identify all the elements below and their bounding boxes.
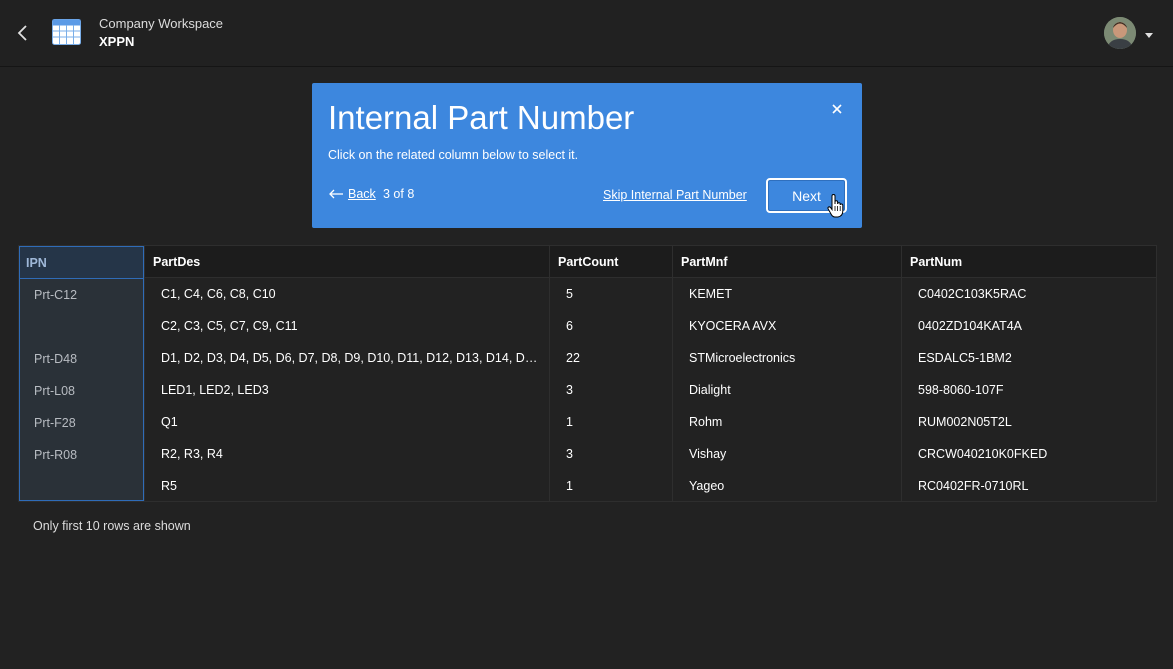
table-cell: 5 xyxy=(566,287,573,301)
table-cell: CRCW040210K0FKED xyxy=(918,447,1048,461)
workspace-name: Company Workspace xyxy=(99,16,224,31)
arrow-left-icon xyxy=(328,188,344,200)
table-cell: KYOCERA AVX xyxy=(689,319,777,333)
wizard-title: Internal Part Number xyxy=(328,99,635,136)
table-cell: 598-8060-107F xyxy=(918,383,1004,397)
table-cell: C1, C4, C6, C8, C10 xyxy=(161,287,276,301)
table-cell: Dialight xyxy=(689,383,731,397)
table-cell xyxy=(20,471,143,503)
table-cell: ESDALC5-1BM2 xyxy=(918,351,1012,365)
column-ipn[interactable]: IPN Prt-C12 Prt-D48 Prt-L08 Prt-F28 Prt-… xyxy=(19,246,144,501)
table-cell: Prt-F28 xyxy=(34,416,76,430)
column-partmnf[interactable]: PartMnf KEMET KYOCERA AVX STMicroelectro… xyxy=(672,246,901,501)
back-link[interactable]: Back xyxy=(328,187,376,201)
page-title: XPPN xyxy=(99,34,135,49)
table-cell: Vishay xyxy=(689,447,727,461)
table-cell: Prt-C12 xyxy=(34,288,78,302)
column-header-partcount: PartCount xyxy=(550,246,672,278)
back-label: Back xyxy=(348,187,376,201)
table-cell: STMicroelectronics xyxy=(689,351,796,365)
column-header-partdes: PartDes xyxy=(145,246,549,278)
column-partnum[interactable]: PartNum C0402C103K5RAC 0402ZD104KAT4A ES… xyxy=(901,246,1156,501)
table-cell: 6 xyxy=(566,319,573,333)
table-cell: 1 xyxy=(566,415,573,429)
table-cell: C0402C103K5RAC xyxy=(918,287,1027,301)
close-icon[interactable] xyxy=(827,99,847,119)
table-cell: 3 xyxy=(566,447,573,461)
spreadsheet-icon xyxy=(52,19,81,45)
column-header-partnum: PartNum xyxy=(902,246,1156,278)
table-cell xyxy=(20,311,143,343)
table-cell: 3 xyxy=(566,383,573,397)
table-cell: 22 xyxy=(566,351,580,365)
table-cell: Rohm xyxy=(689,415,723,429)
table-cell: Yageo xyxy=(689,479,725,493)
table-cell: Prt-D48 xyxy=(34,352,78,366)
table-cell: Prt-R08 xyxy=(34,448,78,462)
table-cell: 0402ZD104KAT4A xyxy=(918,319,1022,333)
avatar[interactable] xyxy=(1104,17,1136,49)
column-header-ipn: IPN xyxy=(20,247,143,279)
table-cell: D1, D2, D3, D4, D5, D6, D7, D8, D9, D10,… xyxy=(161,351,549,365)
hand-pointer-icon xyxy=(827,193,845,218)
table-cell: R5 xyxy=(161,479,177,493)
table-cell: Prt-L08 xyxy=(34,384,75,398)
table-cell: Q1 xyxy=(161,415,178,429)
table-cell: RC0402FR-0710RL xyxy=(918,479,1029,493)
wizard-instruction: Click on the related column below to sel… xyxy=(328,148,579,162)
top-bar: Company Workspace XPPN xyxy=(0,0,1173,67)
row-limit-note: Only first 10 rows are shown xyxy=(33,519,191,533)
table-cell: KEMET xyxy=(689,287,733,301)
table-cell: RUM002N05T2L xyxy=(918,415,1012,429)
caret-down-icon[interactable] xyxy=(1144,27,1154,38)
column-partcount[interactable]: PartCount 5 6 22 3 1 3 1 xyxy=(549,246,672,501)
skip-link[interactable]: Skip Internal Part Number xyxy=(603,188,747,202)
column-partdes[interactable]: PartDes C1, C4, C6, C8, C10 C2, C3, C5, … xyxy=(144,246,549,501)
table-cell: 1 xyxy=(566,479,573,493)
table-cell: C2, C3, C5, C7, C9, C11 xyxy=(161,319,298,333)
table-cell: R2, R3, R4 xyxy=(161,447,223,461)
table-cell: LED1, LED2, LED3 xyxy=(161,383,269,397)
back-arrow-icon[interactable] xyxy=(14,22,34,44)
data-table: IPN Prt-C12 Prt-D48 Prt-L08 Prt-F28 Prt-… xyxy=(18,245,1157,502)
column-header-partmnf: PartMnf xyxy=(673,246,901,278)
step-indicator: 3 of 8 xyxy=(383,187,415,201)
wizard-panel: Internal Part Number Click on the relate… xyxy=(312,83,862,228)
